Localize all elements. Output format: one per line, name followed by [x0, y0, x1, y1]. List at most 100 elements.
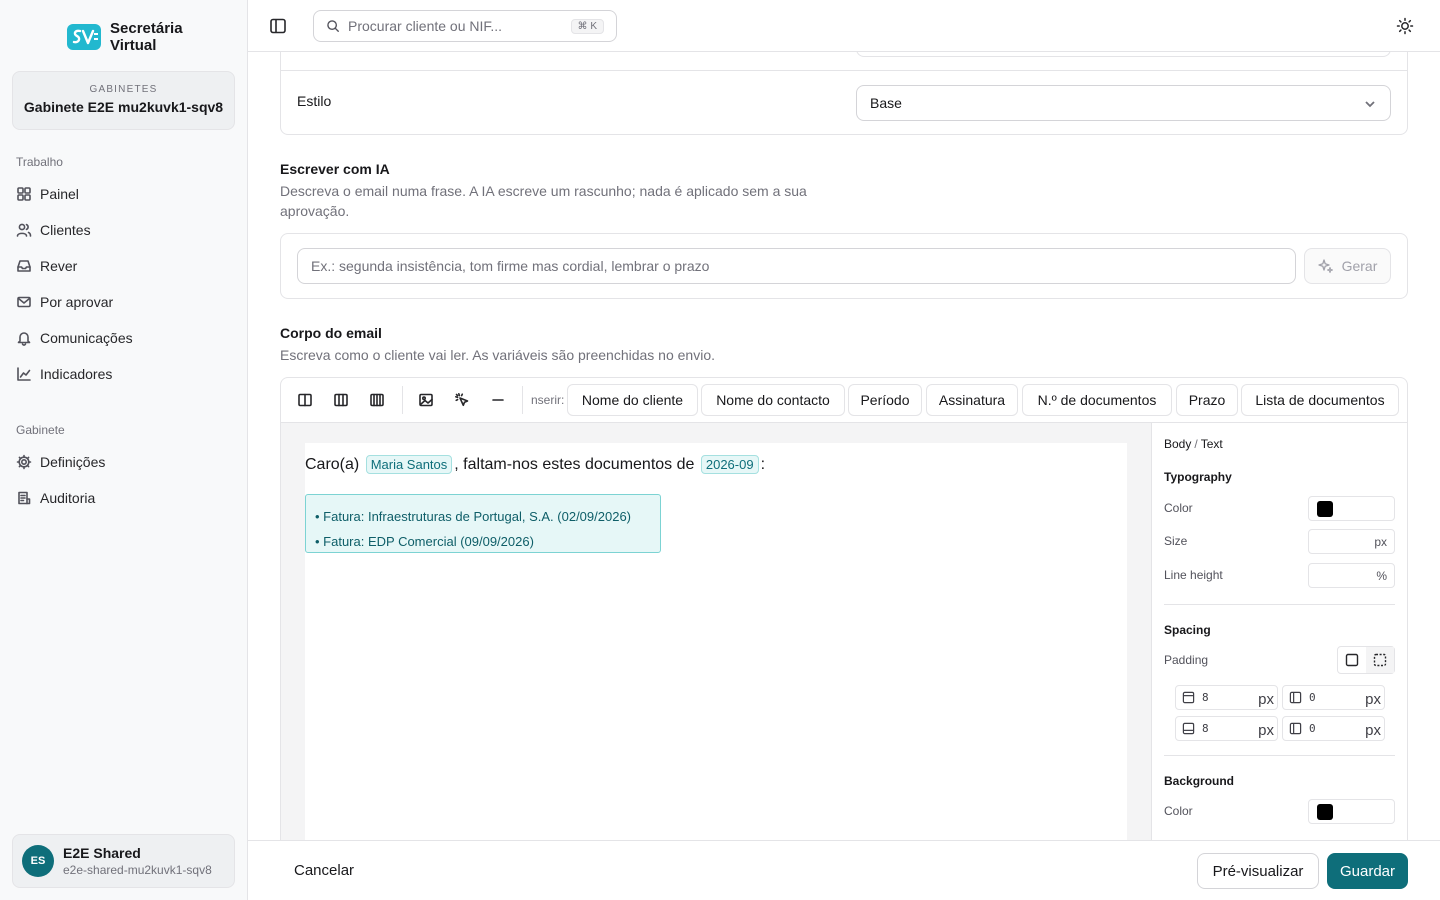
padding-bottom-input[interactable]: 8 px [1175, 716, 1278, 741]
brand-line-2: Virtual [110, 37, 157, 54]
sidebar-item-indicadores[interactable]: Indicadores [16, 360, 232, 388]
brand-line-1: Secretária [110, 20, 183, 37]
variable-chip-document-count[interactable]: N.º de documentos [1022, 384, 1172, 416]
avatar: ES [22, 845, 54, 877]
properties-panel: Body / Text Typography Color Size px Line … [1151, 423, 1407, 840]
sidebar-item-por-aprovar[interactable]: Por aprovar [16, 288, 232, 316]
sidebar-item-label: Comunicações [40, 330, 133, 346]
workspace-caption: GABINETES [89, 84, 158, 95]
insert-button-button[interactable] [452, 390, 472, 410]
sidebar-item-label: Indicadores [40, 366, 113, 382]
padding-right-input[interactable]: 0 px [1282, 685, 1385, 710]
logo-icon [67, 24, 101, 50]
save-button[interactable]: Guardar [1327, 853, 1408, 889]
sidebar-item-painel[interactable]: Painel [16, 180, 232, 208]
sidebar-item-definicoes[interactable]: Definições [16, 448, 232, 476]
variable-period[interactable]: 2026-09 [700, 455, 759, 474]
bell-icon [17, 332, 31, 346]
user-name: E2E Shared [63, 845, 141, 861]
font-size-label: Size [1164, 534, 1188, 548]
breadcrumb-body[interactable]: Body [1164, 437, 1191, 451]
padding-all-button[interactable] [1338, 647, 1366, 673]
greeting-middle-text: , faltam-nos estes documentos de [454, 456, 695, 473]
padding-left-unit: px [1365, 722, 1381, 739]
subject-input-partial[interactable] [856, 52, 1391, 57]
sidebar-item-label: Rever [40, 258, 78, 274]
padding-label: Padding [1164, 653, 1209, 667]
variable-chip-document-list[interactable]: Lista de documentos [1241, 384, 1399, 416]
sidebar-item-label: Auditoria [40, 490, 96, 506]
padding-bottom-value: 8 [1202, 722, 1209, 735]
background-color-field[interactable] [1308, 799, 1395, 824]
sidebar-item-comunicacoes[interactable]: Comunicações [16, 324, 232, 352]
divider [281, 70, 1407, 71]
sidebar-item-clientes[interactable]: Clientes [16, 216, 232, 244]
body-section-title: Corpo do email [280, 325, 382, 341]
spacing-heading: Spacing [1164, 623, 1211, 637]
background-color-swatch[interactable] [1317, 804, 1333, 820]
search-shortcut: ⌘ K [570, 18, 604, 34]
email-greeting-line[interactable]: Caro(a) Maria Santos, faltam-nos estes d… [305, 455, 765, 474]
cancel-button[interactable]: Cancelar [294, 862, 354, 879]
generate-button[interactable]: Gerar [1304, 248, 1391, 284]
style-select[interactable]: Base [856, 85, 1391, 121]
user-email: e2e-shared-mu2kuvk1-sqv8 [63, 863, 212, 877]
document-list-block[interactable]: • Fatura: Infraestruturas de Portugal, S… [305, 494, 661, 553]
ai-prompt-input[interactable] [297, 248, 1296, 284]
editor-canvas: Caro(a) Maria Santos, faltam-nos estes d… [281, 423, 1151, 840]
mail-icon [17, 296, 31, 308]
padding-individual-button[interactable] [1366, 647, 1394, 673]
sidebar-toggle-icon[interactable] [268, 16, 288, 36]
square-icon [1345, 653, 1359, 667]
toolbar-separator [522, 386, 523, 414]
padding-bottom-icon [1182, 722, 1195, 735]
padding-top-input[interactable]: 8 px [1175, 685, 1278, 710]
main-content: Estilo Base Escrever com IA Descreva o e… [248, 52, 1440, 840]
text-color-field[interactable] [1308, 496, 1395, 521]
insert-label: nserir: [531, 393, 565, 407]
text-color-swatch[interactable] [1317, 501, 1333, 517]
line-height-unit: % [1376, 568, 1387, 583]
sidebar-item-label: Painel [40, 186, 79, 202]
background-heading: Background [1164, 774, 1235, 788]
settings-card: Estilo Base [280, 52, 1408, 135]
insert-image-button[interactable] [416, 390, 436, 410]
sun-icon[interactable] [1396, 17, 1414, 35]
columns-3-button[interactable] [331, 390, 351, 410]
sidebar-item-auditoria[interactable]: Auditoria [16, 484, 232, 512]
sidebar-item-label: Clientes [40, 222, 91, 238]
sidebar-item-rever[interactable]: Rever [16, 252, 232, 280]
user-menu[interactable]: ES E2E Shared e2e-shared-mu2kuvk1-sqv8 [12, 834, 235, 888]
email-page[interactable]: Caro(a) Maria Santos, faltam-nos estes d… [305, 443, 1127, 840]
text-color-label: Color [1164, 501, 1193, 515]
padding-right-value: 0 [1309, 691, 1316, 704]
line-height-label: Line height [1164, 568, 1223, 582]
ai-section-title: Escrever com IA [280, 161, 390, 177]
variable-client-name[interactable]: Maria Santos [365, 455, 453, 474]
preview-button[interactable]: Pré-visualizar [1197, 853, 1319, 889]
line-height-field[interactable]: % [1308, 563, 1395, 588]
list-item: • Fatura: Infraestruturas de Portugal, S… [315, 509, 631, 524]
search-input[interactable]: Procurar cliente ou NIF... ⌘ K [313, 10, 617, 42]
columns-2-button[interactable] [295, 390, 315, 410]
variable-chip-period[interactable]: Período [848, 384, 922, 416]
ai-card: Gerar [280, 233, 1408, 299]
style-label: Estilo [297, 93, 332, 109]
form-footer: Cancelar Pré-visualizar Guardar [248, 840, 1440, 900]
workspace-switcher[interactable]: GABINETES Gabinete E2E mu2kuvk1-sqv8 [12, 71, 235, 130]
variable-chip-signature[interactable]: Assinatura [926, 384, 1018, 416]
padding-left-input[interactable]: 0 px [1282, 716, 1385, 741]
list-item: • Fatura: EDP Comercial (09/09/2026) [315, 534, 534, 549]
brand[interactable]: Secretária Virtual [67, 20, 183, 54]
columns-4-button[interactable] [367, 390, 387, 410]
font-size-field[interactable]: px [1308, 529, 1395, 554]
brand-name: Secretária Virtual [110, 20, 183, 54]
email-editor: nserir: Nome do cliente Nome do contacto… [280, 377, 1408, 840]
insert-divider-button[interactable] [488, 390, 508, 410]
variable-chip-deadline[interactable]: Prazo [1176, 384, 1238, 416]
divider [1164, 755, 1395, 756]
breadcrumb: Body / Text [1164, 437, 1223, 451]
variable-chip-contact-name[interactable]: Nome do contacto [701, 384, 845, 416]
variable-chip-client-name[interactable]: Nome do cliente [567, 384, 698, 416]
breadcrumb-text[interactable]: Text [1201, 437, 1223, 451]
